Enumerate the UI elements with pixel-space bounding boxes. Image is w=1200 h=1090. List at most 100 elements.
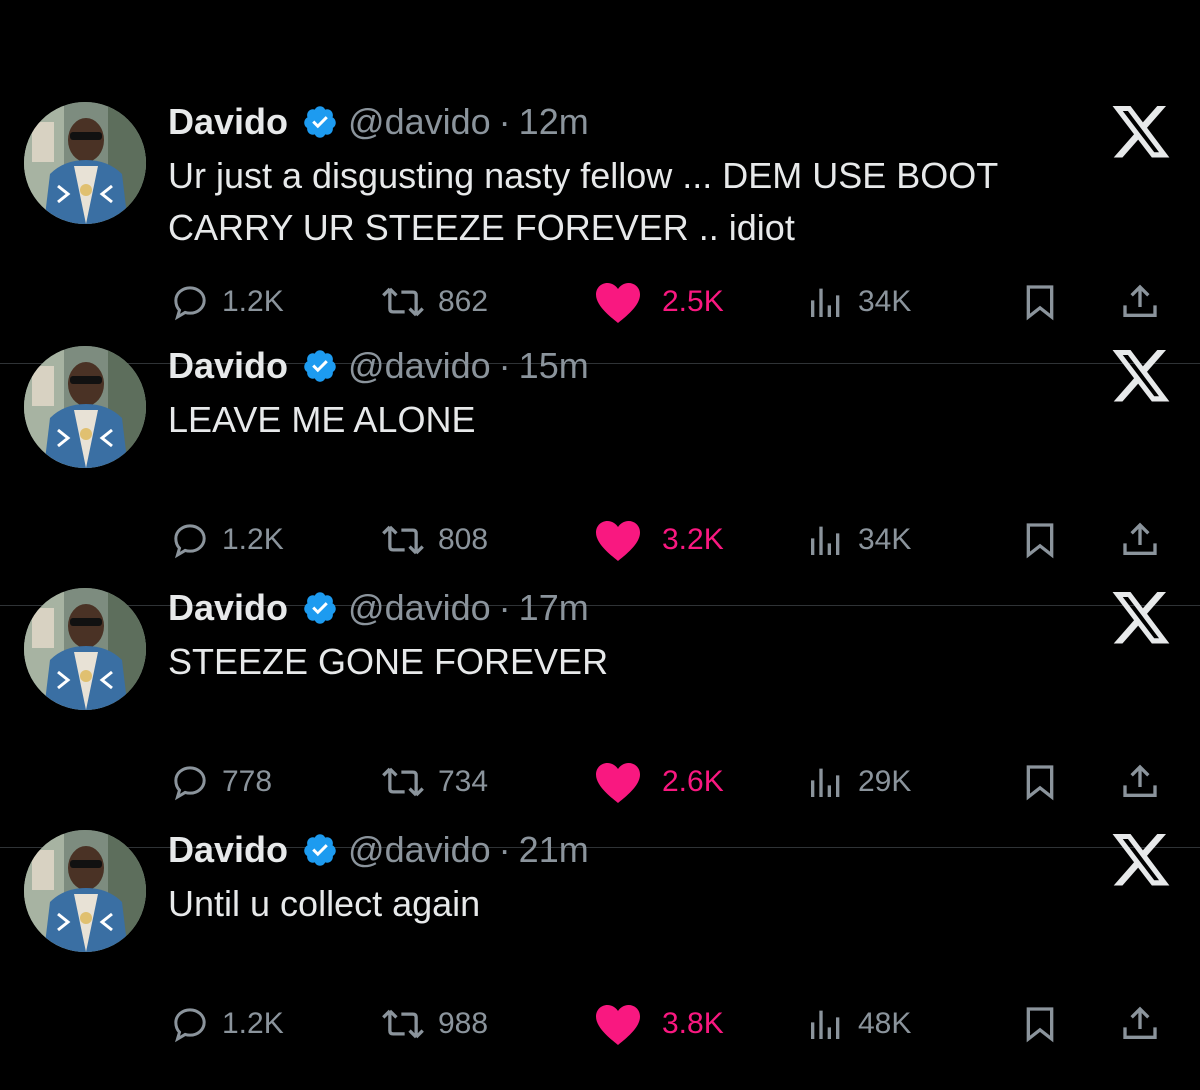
author-name[interactable]: Davido: [168, 345, 288, 387]
retweet-icon: [382, 287, 424, 317]
heart-icon: [596, 1005, 640, 1045]
like-count: 2.5K: [662, 285, 724, 318]
views-button[interactable]: 34K: [806, 510, 911, 570]
verified-badge-icon: [304, 106, 336, 138]
tweet-text: Ur just a disgusting nasty fellow ... DE…: [168, 155, 998, 248]
share-button[interactable]: [1116, 994, 1164, 1054]
author-name[interactable]: Davido: [168, 587, 288, 629]
tweet[interactable]: Davido @davido · 17m STEEZE GONE FOREVER…: [0, 587, 1200, 848]
timestamp[interactable]: 21m: [519, 829, 589, 871]
views-count: 34K: [858, 523, 912, 556]
retweet-icon: [382, 767, 424, 797]
timestamp[interactable]: 17m: [519, 587, 589, 629]
avatar[interactable]: [24, 830, 146, 952]
tweet-text: Until u collect again: [168, 883, 481, 924]
share-icon: [1123, 1006, 1157, 1039]
x-logo-icon: [1112, 592, 1170, 644]
tweet-header: Davido @davido · 21m: [168, 828, 589, 872]
retweet-count: 988: [438, 1007, 489, 1040]
tweet-header: Davido @davido · 15m: [168, 344, 589, 388]
tweet[interactable]: Davido @davido · 12m Ur just a disgustin…: [0, 101, 1200, 364]
like-button[interactable]: 2.6K: [594, 752, 724, 812]
share-icon: [1123, 764, 1157, 797]
verified-badge-icon: [304, 592, 336, 624]
bookmark-button[interactable]: [1020, 510, 1060, 570]
tweet-text: LEAVE ME ALONE: [168, 399, 476, 440]
author-handle[interactable]: @davido: [348, 587, 491, 629]
action-bar: 1.2K 808 3.2K 34K: [0, 510, 1200, 570]
retweet-button[interactable]: 862: [380, 272, 488, 332]
bookmark-button[interactable]: [1020, 994, 1060, 1054]
views-count: 29K: [858, 765, 912, 798]
x-logo-icon: [1112, 834, 1170, 886]
like-count: 3.8K: [662, 1007, 724, 1040]
x-logo-icon: [1112, 350, 1170, 402]
timestamp[interactable]: 15m: [519, 345, 589, 387]
reply-icon: [174, 286, 206, 321]
author-handle[interactable]: @davido: [348, 101, 491, 143]
timestamp[interactable]: 12m: [519, 101, 589, 143]
views-icon: [811, 1010, 840, 1039]
bookmark-button[interactable]: [1020, 272, 1060, 332]
retweet-button[interactable]: 734: [380, 752, 488, 812]
author-handle[interactable]: @davido: [348, 829, 491, 871]
separator-dot: ·: [498, 101, 511, 142]
tweet[interactable]: Davido @davido · 21m Until u collect aga…: [0, 829, 1200, 1090]
retweet-button[interactable]: 988: [380, 994, 488, 1054]
share-button[interactable]: [1116, 752, 1164, 812]
heart-icon: [596, 283, 640, 323]
tweet-header: Davido @davido · 17m: [168, 586, 589, 630]
like-count: 3.2K: [662, 523, 724, 556]
retweet-button[interactable]: 808: [380, 510, 488, 570]
avatar[interactable]: [24, 102, 146, 224]
reply-count: 1.2K: [222, 285, 284, 318]
separator-dot: ·: [498, 829, 511, 870]
reply-button[interactable]: 1.2K: [170, 272, 284, 332]
retweet-count: 734: [438, 765, 489, 798]
reply-button[interactable]: 1.2K: [170, 994, 284, 1054]
views-button[interactable]: 29K: [806, 752, 911, 812]
like-count: 2.6K: [662, 765, 724, 798]
share-icon: [1123, 284, 1157, 317]
views-count: 48K: [858, 1007, 912, 1040]
reply-icon: [174, 1008, 206, 1043]
like-button[interactable]: 3.2K: [594, 510, 724, 570]
share-button[interactable]: [1116, 272, 1164, 332]
reply-button[interactable]: 1.2K: [170, 510, 284, 570]
bookmark-icon: [1026, 285, 1054, 321]
tweet-text: STEEZE GONE FOREVER: [168, 641, 609, 682]
avatar[interactable]: [24, 346, 146, 468]
like-button[interactable]: 3.8K: [594, 994, 724, 1054]
author-name[interactable]: Davido: [168, 101, 288, 143]
views-count: 34K: [858, 285, 912, 318]
heart-icon: [596, 763, 640, 803]
views-button[interactable]: 34K: [806, 272, 911, 332]
views-icon: [811, 288, 840, 317]
tweet[interactable]: Davido @davido · 15m LEAVE ME ALONE 1.2K…: [0, 345, 1200, 606]
author-handle[interactable]: @davido: [348, 345, 491, 387]
author-name[interactable]: Davido: [168, 829, 288, 871]
bookmark-button[interactable]: [1020, 752, 1060, 812]
avatar[interactable]: [24, 588, 146, 710]
share-button[interactable]: [1116, 510, 1164, 570]
bookmark-icon: [1026, 765, 1054, 801]
separator-dot: ·: [498, 345, 511, 386]
tweet-header: Davido @davido · 12m: [168, 100, 589, 144]
like-button[interactable]: 2.5K: [594, 272, 724, 332]
retweet-count: 808: [438, 523, 489, 556]
verified-badge-icon: [304, 350, 336, 382]
retweet-count: 862: [438, 285, 489, 318]
action-bar: 1.2K 862 2.5K 34K: [0, 272, 1200, 332]
separator-dot: ·: [498, 587, 511, 628]
reply-button[interactable]: 778: [170, 752, 272, 812]
retweet-icon: [382, 1009, 424, 1039]
reply-icon: [174, 524, 206, 559]
tweet-feed: Davido @davido · 12m Ur just a disgustin…: [0, 0, 1200, 1086]
bookmark-icon: [1026, 1007, 1054, 1043]
action-bar: 778 734 2.6K 29K: [0, 752, 1200, 812]
retweet-icon: [382, 525, 424, 555]
verified-badge-icon: [304, 834, 336, 866]
reply-count: 778: [222, 765, 273, 798]
reply-count: 1.2K: [222, 1007, 284, 1040]
views-button[interactable]: 48K: [806, 994, 911, 1054]
